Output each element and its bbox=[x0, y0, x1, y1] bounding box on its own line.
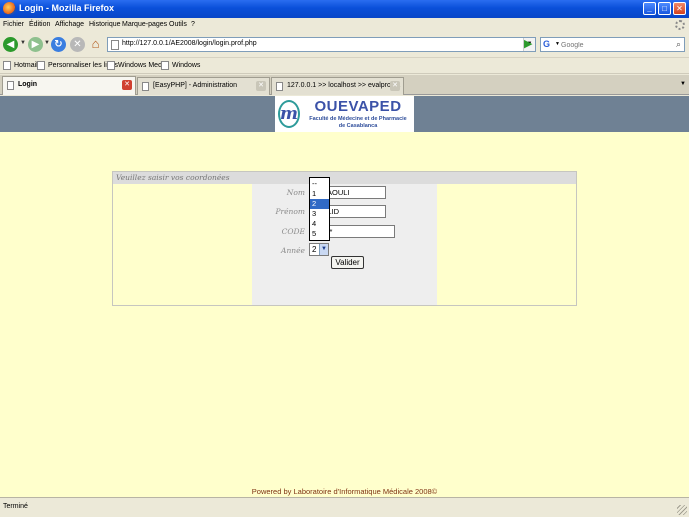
firefox-icon bbox=[3, 2, 16, 15]
annee-dropdown-list: -- 1 2 3 4 5 bbox=[309, 177, 330, 241]
annee-option[interactable]: 2 bbox=[310, 199, 329, 209]
bookmarks-toolbar: Hotmail Personnaliser les liens Windows … bbox=[0, 59, 689, 74]
tab-easyphp[interactable]: [EasyPHP] - Administration ✕ bbox=[137, 77, 270, 95]
bookmark-page-icon bbox=[37, 61, 45, 70]
annee-option[interactable]: -- bbox=[310, 179, 329, 189]
code-label: CODE bbox=[281, 227, 305, 236]
go-arrow-icon[interactable]: ▶ bbox=[524, 38, 535, 50]
page-footer: Powered by Laboratoire d'Informatique Mé… bbox=[251, 487, 438, 496]
menu-item-fichier[interactable]: Fichier bbox=[3, 21, 24, 28]
tab-page-icon bbox=[276, 82, 283, 91]
bookmark-windows[interactable]: Windows bbox=[161, 61, 200, 72]
menu-item-affichage[interactable]: Affichage bbox=[55, 21, 84, 28]
search-input[interactable] bbox=[561, 40, 671, 50]
navigation-toolbar: ◀ ▼ ▶ ▼ ↻ ✕ ⌂ http://127.0.0.1/AE2008/lo… bbox=[0, 32, 689, 58]
search-engine-dropdown[interactable]: ▼ bbox=[555, 41, 560, 47]
back-arrow-icon[interactable]: ◀ bbox=[3, 37, 18, 52]
close-tab-icon[interactable]: ✕ bbox=[122, 80, 132, 90]
forward-history-dropdown[interactable]: ▼ bbox=[44, 40, 50, 46]
annee-option[interactable]: 3 bbox=[310, 209, 329, 219]
tab-bar: Login ✕ [EasyPHP] - Administration ✕ 127… bbox=[0, 75, 689, 95]
valider-button[interactable]: Valider bbox=[331, 256, 364, 269]
annee-selected-value: 2 bbox=[312, 245, 317, 254]
bookmark-page-icon bbox=[3, 61, 11, 70]
nom-label: Nom bbox=[286, 188, 305, 197]
minimize-button[interactable]: _ bbox=[643, 2, 656, 15]
bookmark-page-icon bbox=[107, 61, 115, 70]
annee-select[interactable]: 2 ▼ bbox=[309, 243, 329, 256]
annee-option[interactable]: 5 bbox=[310, 229, 329, 239]
status-text: Terminé bbox=[3, 503, 28, 510]
bookmark-hotmail[interactable]: Hotmail bbox=[3, 61, 38, 72]
bookmark-personnaliser[interactable]: Personnaliser les liens bbox=[37, 61, 118, 72]
google-icon[interactable]: G bbox=[543, 39, 554, 50]
tab-page-icon bbox=[142, 82, 149, 91]
chevron-down-icon[interactable]: ▼ bbox=[319, 244, 328, 255]
tab-label: 127.0.0.1 >> localhost >> evalprof ... bbox=[287, 82, 401, 89]
maximize-button[interactable]: □ bbox=[658, 2, 671, 15]
menu-bar: Fichier Édition Affichage Historique Mar… bbox=[0, 18, 689, 32]
activity-throbber-icon bbox=[675, 20, 685, 30]
address-bar[interactable]: http://127.0.0.1/AE2008/login/login.prof… bbox=[107, 37, 536, 52]
menu-item-historique[interactable]: Historique bbox=[89, 21, 121, 28]
close-tab-icon[interactable]: ✕ bbox=[256, 81, 266, 91]
logo-subtitle: Faculté de Médecine et de Pharmacie bbox=[309, 116, 407, 122]
menu-item-outils[interactable]: Outils bbox=[169, 21, 187, 28]
tab-label: Login bbox=[18, 81, 38, 88]
logo-name: OUEVAPED bbox=[314, 98, 402, 115]
reload-icon[interactable]: ↻ bbox=[51, 37, 66, 52]
back-history-dropdown[interactable]: ▼ bbox=[20, 40, 26, 46]
login-panel-header: Veuillez saisir vos coordonées bbox=[113, 172, 576, 184]
tab-page-icon bbox=[7, 81, 14, 90]
search-bar[interactable]: G ▼ ⌕ bbox=[540, 37, 685, 52]
page-content: m OUEVAPED Faculté de Médecine et de Pha… bbox=[0, 96, 689, 497]
home-icon[interactable]: ⌂ bbox=[88, 36, 103, 51]
bookmark-page-icon bbox=[161, 61, 169, 70]
tab-label: [EasyPHP] - Administration bbox=[153, 82, 238, 89]
annee-option[interactable]: 1 bbox=[310, 189, 329, 199]
status-bar: Terminé bbox=[0, 497, 689, 517]
login-panel: Veuillez saisir vos coordonées Nom Préno… bbox=[112, 171, 577, 306]
login-form: Nom Prénom CODE Année 2 ▼ Valider bbox=[252, 184, 437, 305]
menu-item-marque-pages[interactable]: Marque-pages bbox=[122, 21, 167, 28]
prenom-label: Prénom bbox=[275, 207, 305, 216]
login-panel-title: Veuillez saisir vos coordonées bbox=[116, 173, 230, 182]
tab-login[interactable]: Login ✕ bbox=[2, 76, 136, 95]
window-title: Login - Mozilla Firefox bbox=[19, 3, 114, 13]
annee-option[interactable]: 4 bbox=[310, 219, 329, 229]
site-header: m OUEVAPED Faculté de Médecine et de Pha… bbox=[0, 96, 689, 132]
tab-list-dropdown[interactable]: ▼ bbox=[680, 81, 686, 87]
resize-grip-icon[interactable] bbox=[677, 505, 687, 515]
tab-phpmyadmin[interactable]: 127.0.0.1 >> localhost >> evalprof ... ✕ bbox=[271, 77, 404, 95]
annee-label: Année bbox=[281, 246, 305, 255]
site-logo: m OUEVAPED Faculté de Médecine et de Pha… bbox=[275, 96, 414, 132]
stop-icon[interactable]: ✕ bbox=[70, 37, 85, 52]
menu-item-edition[interactable]: Édition bbox=[29, 21, 50, 28]
logo-subtitle: de Casablanca bbox=[338, 123, 378, 129]
close-tab-icon[interactable]: ✕ bbox=[390, 81, 400, 91]
address-url[interactable]: http://127.0.0.1/AE2008/login/login.prof… bbox=[122, 40, 257, 47]
page-icon bbox=[111, 40, 119, 50]
close-window-button[interactable]: ✕ bbox=[673, 2, 686, 15]
forward-arrow-icon[interactable]: ▶ bbox=[28, 37, 43, 52]
magnifier-icon[interactable]: ⌕ bbox=[676, 39, 681, 50]
bookmark-windows-media[interactable]: Windows Media bbox=[107, 61, 167, 72]
logo-mark: m bbox=[278, 100, 300, 128]
window-titlebar[interactable]: Login - Mozilla Firefox _ □ ✕ bbox=[0, 0, 689, 18]
menu-item-help[interactable]: ? bbox=[191, 21, 195, 28]
